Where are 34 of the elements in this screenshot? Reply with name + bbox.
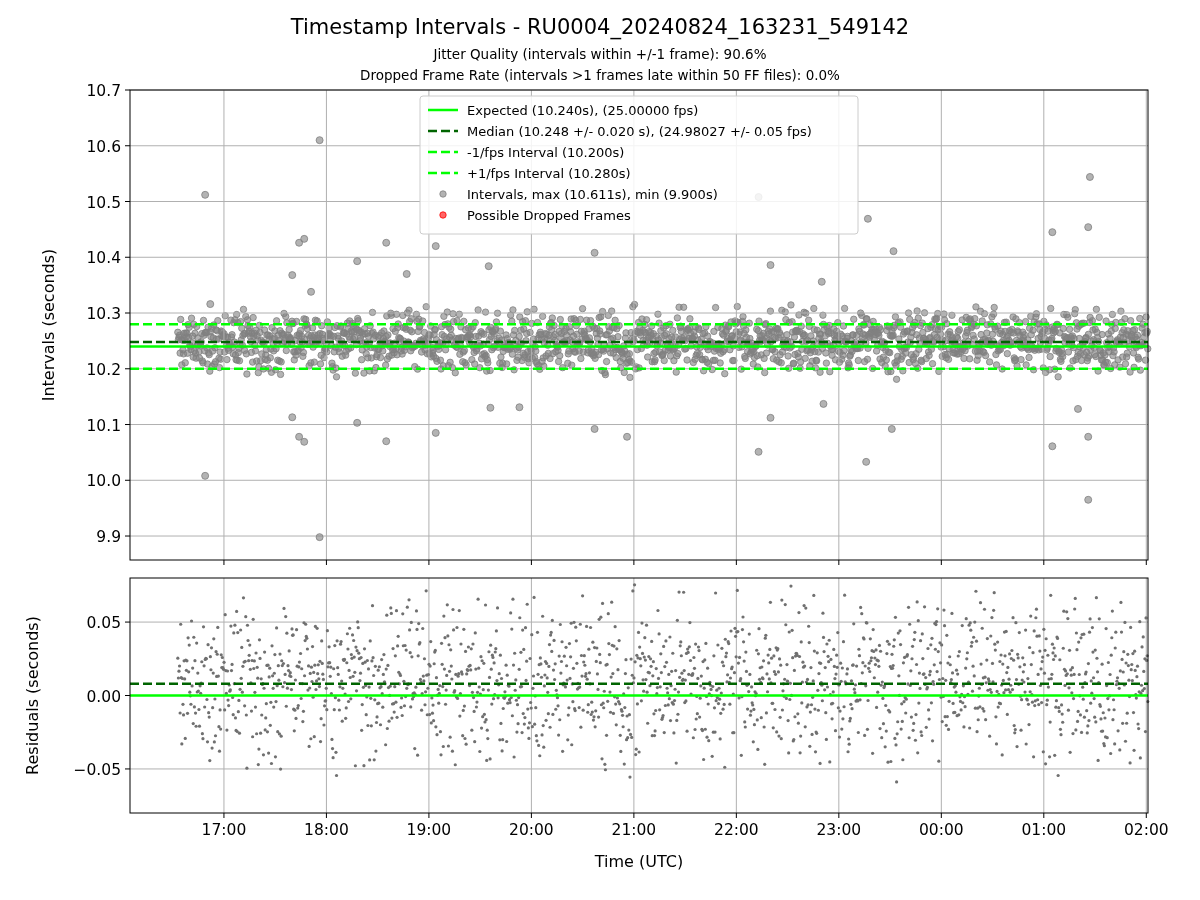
axis-title: Time (UTC) (594, 852, 684, 871)
figure-subtitle: Dropped Frame Rate (intervals >1 frames late within 50 FF files): 0.0% (360, 66, 840, 85)
tick-label: 01:00 (1021, 821, 1067, 839)
figure-subtitle: Jitter Quality (intervals within +/-1 frame): 90.6% (433, 45, 767, 64)
tick-label: 10.1 (86, 416, 121, 435)
axis-title: Intervals (seconds) (39, 248, 58, 402)
tick-label: 10.2 (86, 360, 121, 379)
tick-label: 21:00 (611, 821, 657, 839)
tick-label: 0.05 (86, 614, 121, 633)
legend-label: -1/fps Interval (10.200s) (467, 144, 625, 160)
tick-label: 10.5 (86, 193, 121, 212)
tick-label: 23:00 (816, 821, 862, 839)
tick-label: 10.7 (86, 82, 121, 100)
tick-label: 10.4 (86, 249, 121, 268)
tick-label: 10.6 (86, 137, 121, 156)
legend-label: Median (10.248 +/- 0.020 s), (24.98027 +/- 0.05 fps) (467, 123, 812, 139)
tick-label: 10.3 (86, 305, 121, 323)
tick-label: 00:00 (919, 821, 964, 839)
tick-label: 22:00 (714, 821, 759, 839)
figure-title: Timestamp Intervals - RU0004_20240824_163231_549142 (290, 14, 910, 40)
tick-label: −0.05 (73, 760, 121, 779)
tick-label: 02:00 (1123, 821, 1169, 839)
tick-label: 10.0 (86, 472, 121, 491)
tick-label: 18:00 (304, 821, 349, 839)
legend-label: Intervals, max (10.611s), min (9.900s) (467, 186, 718, 202)
tick-label: 19:00 (406, 821, 452, 839)
axis-title: Residuals (seconds) (23, 616, 42, 775)
tick-label: 9.9 (96, 528, 121, 547)
legend-label: +1/fps Interval (10.280s) (467, 165, 631, 181)
tick-label: 17:00 (201, 821, 247, 839)
tick-label: 20:00 (509, 821, 554, 839)
legend-label: Expected (10.240s), (25.00000 fps) (467, 102, 699, 118)
legend-label: Possible Dropped Frames (467, 207, 631, 223)
tick-label: 0.00 (86, 687, 121, 706)
